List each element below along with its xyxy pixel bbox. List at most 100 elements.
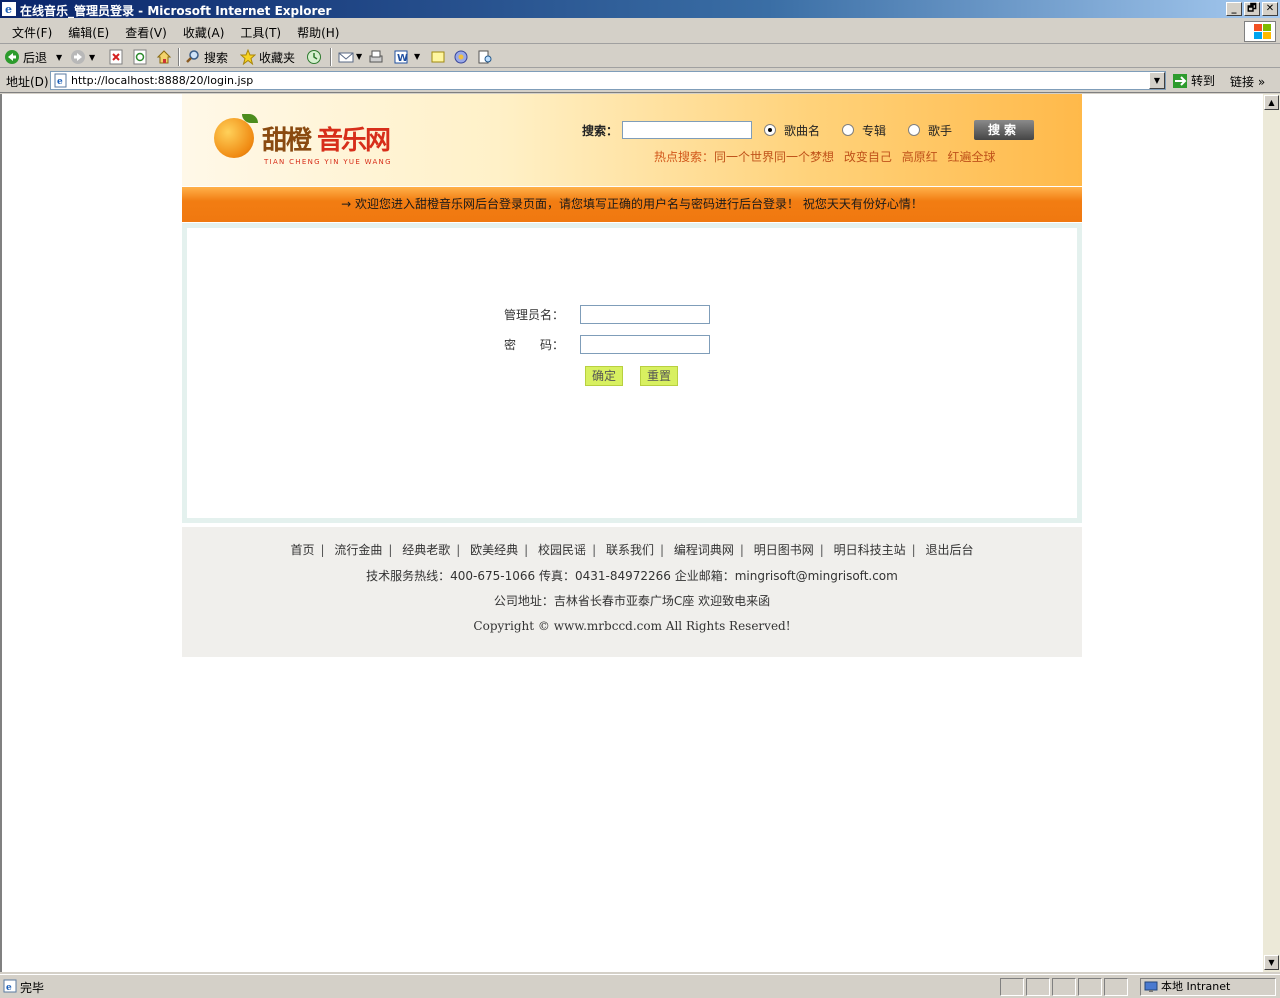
site-header: 甜橙 音乐网 TIAN CHENG YIN YUE WANG 搜索： 歌曲名 专…: [182, 94, 1082, 186]
username-label: 管理员名：: [504, 308, 565, 322]
menu-file[interactable]: 文件(F): [4, 24, 60, 41]
address-dropdown-icon[interactable]: ▼: [1149, 72, 1165, 89]
status-bar: e 完毕 本地 Intranet: [0, 974, 1280, 998]
links-button[interactable]: 链接 »: [1230, 73, 1265, 90]
address-input[interactable]: e http://localhost:8888/20/login.jsp ▼: [50, 71, 1166, 90]
hot-search-label: 热点搜索：: [654, 150, 715, 164]
hot-search-link[interactable]: 同一个世界同一个梦想: [714, 150, 834, 164]
page-done-icon: e: [3, 979, 17, 993]
footer-link-western[interactable]: 欧美经典: [466, 543, 522, 557]
footer-copyright: Copyright © www.mrbccd.com All Rights Re…: [473, 619, 791, 633]
orange-logo-icon: [214, 118, 254, 158]
go-button[interactable]: 转到: [1172, 72, 1215, 89]
go-arrow-icon: [1173, 73, 1187, 88]
welcome-banner: → 欢迎您进入甜橙音乐网后台登录页面，请您填写正确的用户名与密码进行后台登录！ …: [182, 186, 1082, 222]
menu-view[interactable]: 查看(V): [117, 24, 175, 41]
forward-button[interactable]: ▼: [70, 48, 95, 66]
scroll-up-icon[interactable]: ▲: [1264, 95, 1279, 110]
menu-favorites[interactable]: 收藏(A): [175, 24, 233, 41]
go-label: 转到: [1191, 74, 1216, 88]
messenger-icon[interactable]: [453, 49, 469, 65]
vertical-scrollbar[interactable]: ▲ ▼: [1263, 94, 1280, 972]
menu-edit[interactable]: 编辑(E): [60, 24, 117, 41]
footer-contact: 技术服务热线：400-675-1066 传真：0431-84972266 企业邮…: [366, 569, 898, 583]
radio-singer-dot[interactable]: [908, 124, 921, 136]
mail-dropdown-icon[interactable]: ▼: [356, 52, 362, 61]
login-panel: 管理员名： 密 码： 确定 重置: [182, 223, 1082, 523]
logo-text-a: 甜橙: [262, 126, 312, 156]
edit-dropdown-icon[interactable]: ▼: [414, 52, 420, 61]
research-icon[interactable]: [477, 49, 493, 65]
hot-search-link[interactable]: 高原红: [902, 150, 938, 164]
site-logo[interactable]: 甜橙 音乐网 TIAN CHENG YIN YUE WANG: [212, 114, 412, 174]
radio-album-dot[interactable]: [842, 124, 855, 136]
svg-text:e: e: [5, 3, 12, 16]
footer-link-classic[interactable]: 经典老歌: [398, 543, 454, 557]
forward-dropdown-icon[interactable]: ▼: [89, 53, 95, 62]
radio-album[interactable]: 专辑: [842, 122, 886, 139]
password-input[interactable]: [580, 335, 710, 354]
back-dropdown-icon[interactable]: ▼: [56, 53, 62, 62]
footer-link-logout[interactable]: 退出后台: [922, 543, 978, 557]
site-footer: 首页 | 流行金曲 | 经典老歌 | 欧美经典 | 校园民谣 | 联系我们 | 编程词典网 |…: [182, 527, 1082, 657]
refresh-icon[interactable]: [132, 49, 148, 65]
stop-icon[interactable]: [108, 49, 124, 65]
close-button[interactable]: ✕: [1262, 2, 1278, 16]
security-zone: 本地 Intranet: [1140, 978, 1276, 996]
address-url: http://localhost:8888/20/login.jsp: [71, 74, 254, 87]
page-viewport: 甜橙 音乐网 TIAN CHENG YIN YUE WANG 搜索： 歌曲名 专…: [0, 94, 1263, 972]
hot-search-link[interactable]: 红遍全球: [948, 150, 996, 164]
minimize-button[interactable]: _: [1226, 2, 1242, 16]
footer-link-mainsite[interactable]: 明日科技主站: [830, 543, 910, 557]
logo-pinyin: TIAN CHENG YIN YUE WANG: [264, 158, 392, 166]
search-input[interactable]: [622, 121, 753, 139]
address-label: 地址(D): [6, 75, 49, 89]
footer-link-books[interactable]: 明日图书网: [750, 543, 818, 557]
username-input[interactable]: [580, 305, 710, 324]
page-icon: e: [54, 73, 67, 88]
mail-icon[interactable]: [338, 49, 354, 65]
footer-link-contact[interactable]: 联系我们: [602, 543, 658, 557]
footer-link-home[interactable]: 首页: [286, 543, 318, 557]
search-button[interactable]: 搜索: [185, 48, 228, 66]
footer-address: 公司地址：吉林省长春市亚泰广场C座 欢迎致电来函: [493, 594, 771, 608]
favorites-label: 收藏夹: [259, 50, 296, 65]
logo-text-b: 音乐网: [317, 126, 391, 156]
star-icon: [240, 49, 256, 65]
confirm-button[interactable]: 确定: [585, 366, 623, 386]
footer-link-campus[interactable]: 校园民谣: [534, 543, 590, 557]
radio-song[interactable]: 歌曲名: [764, 122, 820, 139]
menu-tools[interactable]: 工具(T): [232, 24, 289, 41]
scroll-down-icon[interactable]: ▼: [1264, 955, 1279, 970]
back-label: 后退: [23, 50, 48, 65]
back-button[interactable]: 后退 ▼: [4, 48, 62, 66]
windows-logo-icon: [1244, 21, 1276, 42]
search-label: 搜索: [204, 50, 229, 65]
print-icon[interactable]: [368, 49, 384, 65]
history-icon[interactable]: [306, 49, 322, 65]
window-title: 在线音乐_管理员登录 - Microsoft Internet Explorer: [20, 4, 332, 18]
svg-text:W: W: [397, 53, 408, 64]
search-submit-button[interactable]: 搜索: [974, 120, 1035, 140]
menu-help[interactable]: 帮助(H): [289, 24, 347, 41]
password-row: 密 码：: [504, 335, 710, 354]
radio-singer[interactable]: 歌手: [908, 122, 952, 139]
footer-nav: 首页 | 流行金曲 | 经典老歌 | 欧美经典 | 校园民谣 | 联系我们 | 编程词典网 |…: [182, 541, 1082, 558]
footer-link-dictionary[interactable]: 编程词典网: [670, 543, 738, 557]
ie-icon: e: [2, 2, 16, 16]
radio-song-dot[interactable]: [764, 124, 777, 136]
edit-word-icon[interactable]: W: [393, 49, 409, 65]
reset-button[interactable]: 重置: [640, 366, 678, 386]
home-icon[interactable]: [156, 49, 172, 65]
radio-singer-label: 歌手: [928, 123, 953, 138]
discuss-icon[interactable]: [430, 49, 446, 65]
address-bar: 地址(D) e http://localhost:8888/20/login.j…: [0, 69, 1280, 93]
favorites-button[interactable]: 收藏夹: [240, 48, 295, 66]
svg-text:e: e: [6, 983, 12, 993]
footer-link-pop[interactable]: 流行金曲: [330, 543, 386, 557]
hot-search-link[interactable]: 改变自己: [844, 150, 892, 164]
status-text: 完毕: [20, 981, 45, 995]
restore-button[interactable]: 🗗: [1244, 2, 1260, 16]
svg-text:e: e: [57, 77, 63, 87]
back-arrow-icon: [5, 50, 19, 64]
